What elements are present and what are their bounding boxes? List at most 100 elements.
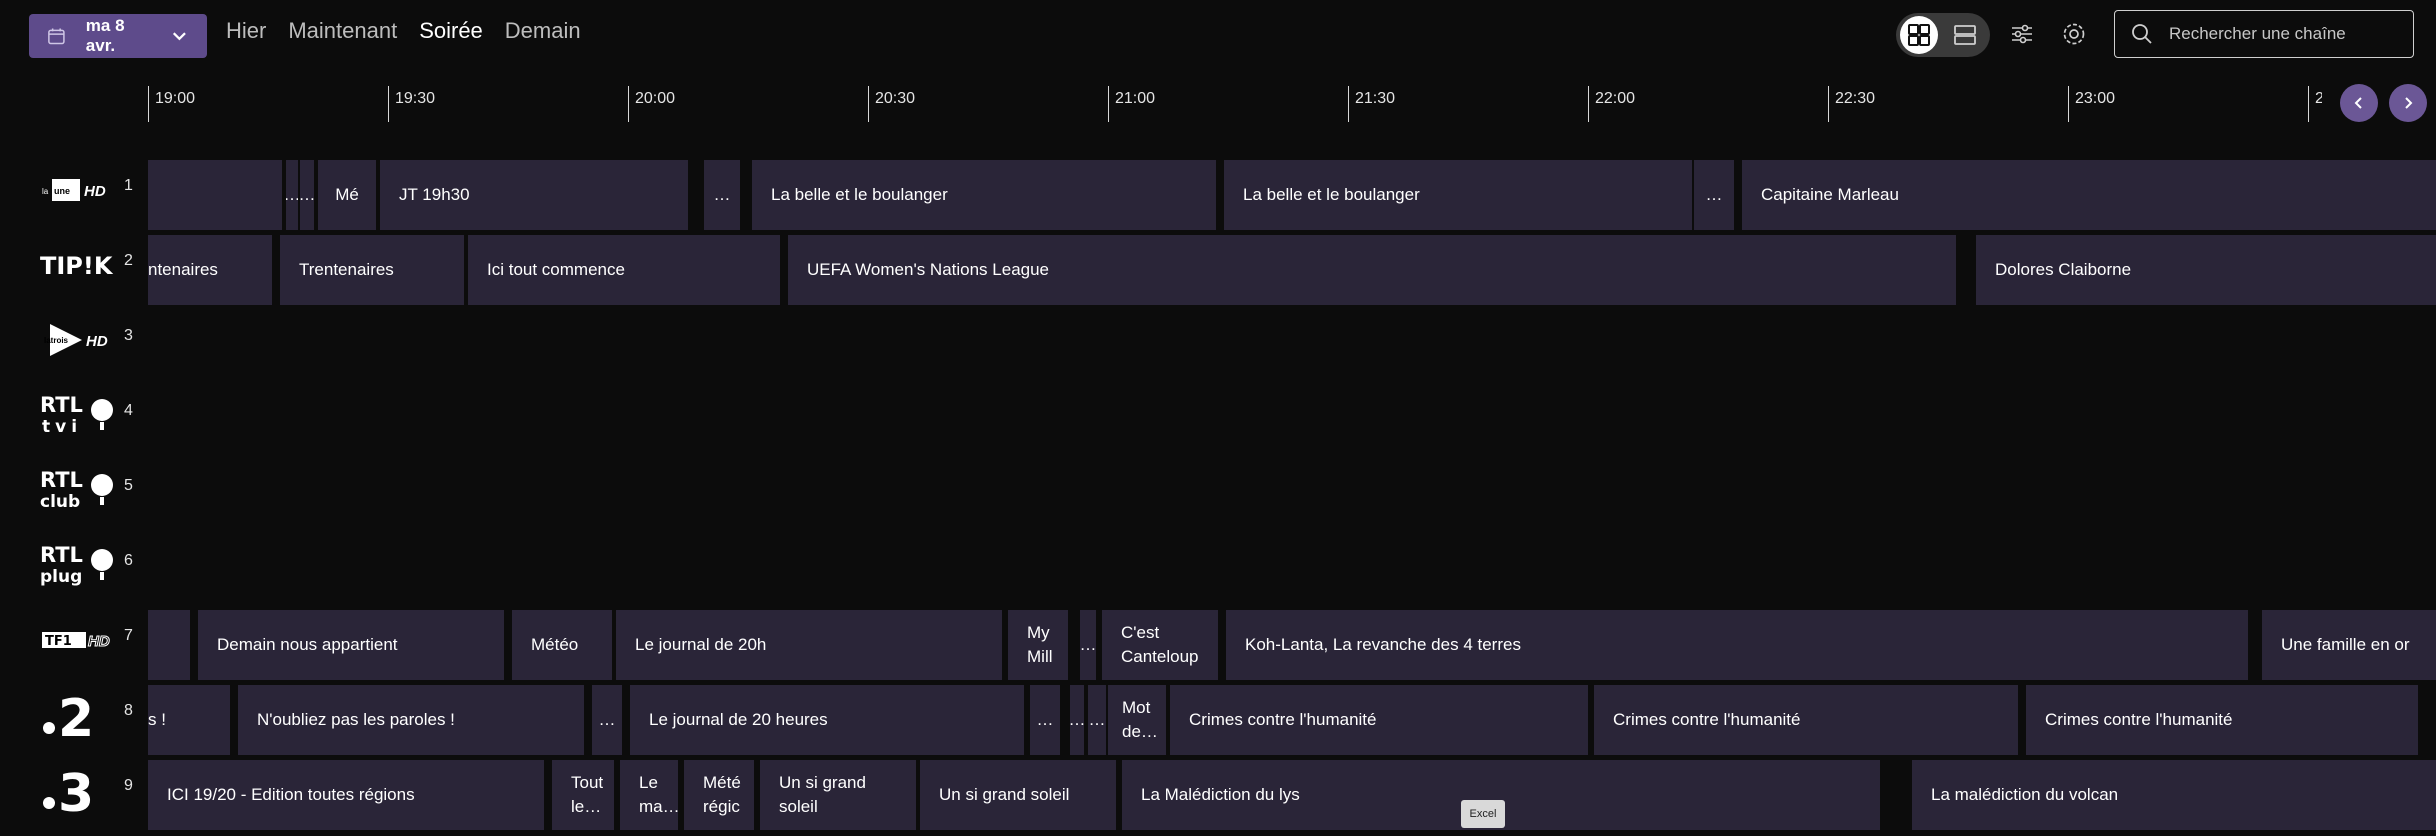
date-picker-button[interactable]: ma 8 avr.	[29, 14, 207, 58]
program-cell[interactable]: Koh-Lanta, La revanche des 4 terres	[1226, 610, 2248, 680]
program-cell[interactable]: Le journal de 20h	[616, 610, 1002, 680]
nav-maintenant[interactable]: Maintenant	[288, 18, 397, 44]
list-view-button[interactable]	[1946, 16, 1984, 54]
program-cell[interactable]: Trentenaires	[280, 235, 464, 305]
program-cell[interactable]: UEFA Women's Nations League	[788, 235, 1956, 305]
channel-6[interactable]: RTL plug 6	[0, 530, 148, 600]
day-navigation: Hier Maintenant Soirée Demain	[226, 18, 603, 44]
program-cell[interactable]	[148, 160, 282, 230]
time-tick: 20:00	[628, 86, 675, 122]
channel-logo: TIP!K	[40, 240, 122, 290]
program-cell[interactable]: La malédiction du volcan	[1912, 760, 2436, 830]
channel-logo: RTL club	[40, 465, 122, 515]
channel-number: 7	[124, 627, 133, 644]
channel-9-row: ICI 19/20 - Edition toutes régions Tout …	[148, 760, 2436, 830]
program-cell[interactable]: …	[1070, 685, 1084, 755]
svg-text:HD: HD	[86, 333, 108, 350]
program-cell[interactable]: N'oubliez pas les paroles !	[238, 685, 584, 755]
time-tick: 20:30	[868, 86, 915, 122]
tooltip: Excel	[1461, 800, 1505, 828]
program-cell[interactable]: …	[300, 160, 314, 230]
program-cell[interactable]: Crimes contre l'humanité	[1594, 685, 2018, 755]
channel-logo: RTL tvi	[40, 390, 122, 440]
program-cell[interactable]: Mot de…	[1108, 685, 1166, 755]
channel-4[interactable]: RTL tvi 4	[0, 380, 148, 450]
channel-3[interactable]: latrois HD 3	[0, 305, 148, 375]
channel-number: 8	[124, 702, 133, 719]
program-cell[interactable]: Capitaine Marleau	[1742, 160, 2436, 230]
svg-text:RTL: RTL	[40, 543, 83, 567]
channel-number: 5	[124, 477, 133, 494]
svg-text:la: la	[42, 187, 49, 196]
program-cell[interactable]: La belle et le boulanger	[752, 160, 1216, 230]
program-cell[interactable]: …	[1694, 160, 1734, 230]
program-cell[interactable]: La belle et le boulanger	[1224, 160, 1692, 230]
svg-text:RTL: RTL	[40, 468, 83, 492]
program-cell[interactable]: Un si grand soleil	[760, 760, 916, 830]
channel-9[interactable]: 3 9	[0, 755, 148, 825]
program-cell[interactable]: Demain nous appartient	[198, 610, 504, 680]
chevron-down-icon	[173, 32, 187, 41]
program-cell[interactable]: …	[286, 160, 298, 230]
program-cell[interactable]: JT 19h30	[380, 160, 688, 230]
program-cell[interactable]: …	[1080, 610, 1096, 680]
time-tick: 23:00	[2068, 86, 2115, 122]
program-cell[interactable]: C'est Canteloup	[1102, 610, 1218, 680]
channel-logo: RTL plug	[40, 540, 122, 590]
svg-text:3: 3	[58, 764, 94, 817]
program-cell[interactable]: Tout le…	[552, 760, 614, 830]
program-cell[interactable]	[148, 610, 190, 680]
program-cell[interactable]: Le journal de 20 heures	[630, 685, 1024, 755]
channel-number: 9	[124, 777, 133, 794]
channel-5[interactable]: RTL club 5	[0, 455, 148, 525]
nav-hier[interactable]: Hier	[226, 18, 266, 44]
program-grid: … … Mé JT 19h30 … La belle et le boulang…	[148, 160, 2436, 836]
grid-view-button[interactable]	[1900, 16, 1938, 54]
program-cell[interactable]: Une famille en or	[2262, 610, 2436, 680]
channel-7[interactable]: TF1 HD 7	[0, 605, 148, 675]
channel-1[interactable]: la une HD 1	[0, 155, 148, 225]
next-time-button[interactable]	[2389, 84, 2427, 122]
channel-logo: la une HD	[40, 165, 122, 215]
channel-8[interactable]: 2 8	[0, 680, 148, 750]
program-cell[interactable]: Crimes contre l'humanité	[1170, 685, 1588, 755]
channel-number: 6	[124, 552, 133, 569]
program-cell[interactable]: ntenaires	[148, 235, 272, 305]
grid-view-icon	[1908, 24, 1930, 46]
program-cell[interactable]: …	[1030, 685, 1060, 755]
svg-text:une: une	[54, 186, 70, 196]
program-cell[interactable]: Mété régic	[684, 760, 754, 830]
channel-number: 3	[124, 327, 133, 344]
program-cell[interactable]: …	[1088, 685, 1106, 755]
chevron-right-icon	[2405, 97, 2413, 109]
program-cell[interactable]: Crimes contre l'humanité	[2026, 685, 2418, 755]
svg-text:HD: HD	[88, 633, 110, 650]
svg-text:plug: plug	[40, 567, 82, 587]
program-cell[interactable]: Le ma…	[620, 760, 678, 830]
channel-number: 1	[124, 177, 133, 194]
time-tick: 21:00	[1108, 86, 1155, 122]
settings-button[interactable]	[2058, 18, 2090, 50]
filters-button[interactable]	[2006, 18, 2038, 50]
program-cell[interactable]: s !	[148, 685, 230, 755]
nav-soiree[interactable]: Soirée	[419, 18, 483, 44]
search-icon	[2132, 24, 2152, 44]
program-cell[interactable]: …	[592, 685, 622, 755]
prev-time-button[interactable]	[2340, 84, 2378, 122]
program-cell[interactable]: Dolores Claiborne	[1976, 235, 2436, 305]
top-bar: ma 8 avr. Hier Maintenant Soirée Demain	[0, 0, 2436, 70]
program-cell[interactable]: Ici tout commence	[468, 235, 780, 305]
program-cell[interactable]: …	[704, 160, 740, 230]
chevron-left-icon	[2354, 97, 2362, 109]
program-cell[interactable]: My Mill	[1008, 610, 1068, 680]
program-cell[interactable]: ICI 19/20 - Edition toutes régions	[148, 760, 544, 830]
timeline-ruler: 19:00 19:30 20:00 20:30 21:00 21:30 22:0…	[148, 86, 2436, 126]
svg-text:HD: HD	[84, 183, 106, 200]
program-cell[interactable]: Un si grand soleil	[920, 760, 1116, 830]
search-input[interactable]	[2167, 23, 2401, 45]
channel-search[interactable]	[2114, 10, 2414, 58]
channel-2[interactable]: TIP!K 2	[0, 230, 148, 300]
program-cell[interactable]: Météo	[512, 610, 612, 680]
nav-demain[interactable]: Demain	[505, 18, 581, 44]
program-cell[interactable]: Mé	[318, 160, 376, 230]
